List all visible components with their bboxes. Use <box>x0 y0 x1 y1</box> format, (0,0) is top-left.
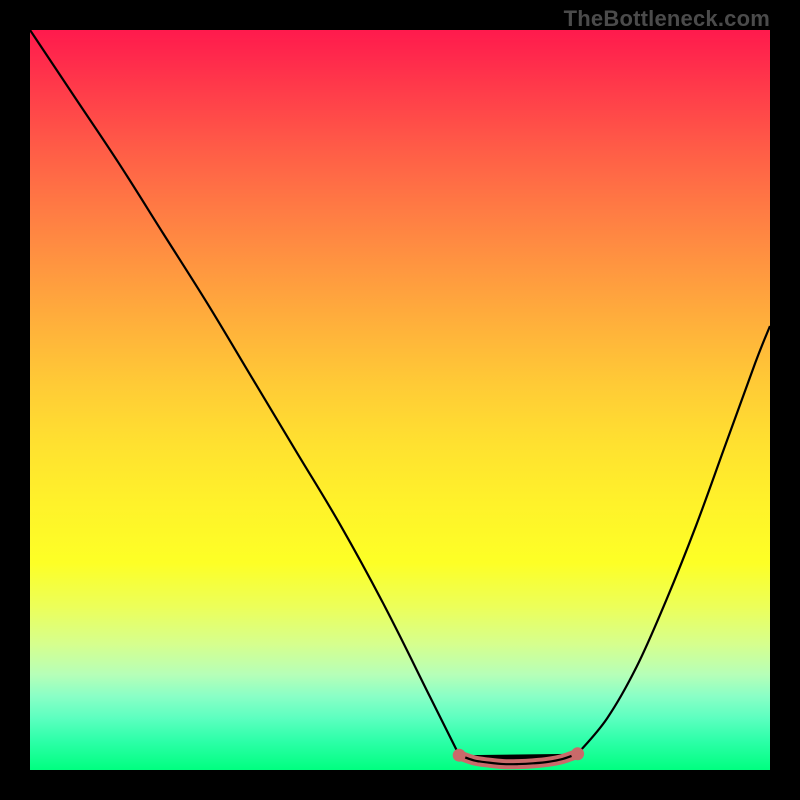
curve-left <box>30 30 459 755</box>
curve-right <box>578 326 770 754</box>
curve-layer <box>30 30 770 770</box>
flat-endpoint-dot <box>571 747 584 760</box>
attribution-label: TheBottleneck.com <box>564 6 770 32</box>
flat-endpoint-dot <box>453 749 466 762</box>
plot-area <box>30 30 770 770</box>
chart-frame: TheBottleneck.com <box>0 0 800 800</box>
